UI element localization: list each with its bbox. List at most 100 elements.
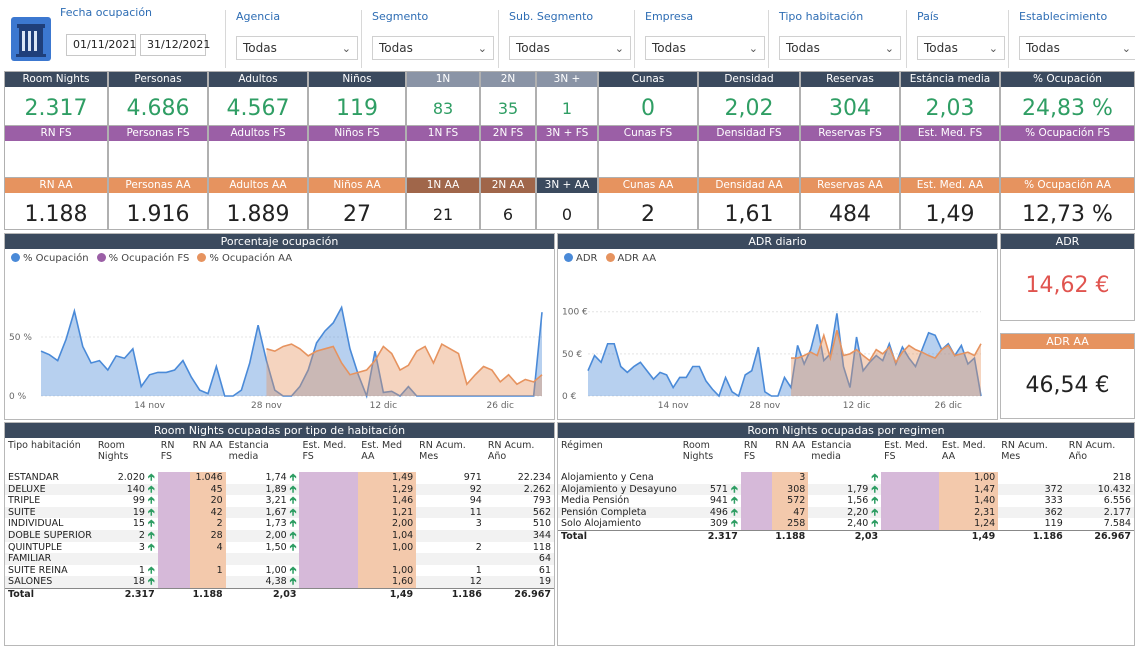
slicer-value: Todas	[652, 41, 686, 55]
column-header[interactable]: Est. Med AA	[358, 438, 416, 472]
up-arrow-icon: 🡱	[289, 472, 297, 483]
table-row[interactable]: FAMILIAR 64	[5, 553, 554, 565]
occupancy-area-chart[interactable]: 0 % 50 % 14 nov 28 nov 12 dic 26 dic	[5, 268, 554, 418]
table-row[interactable]: Alojamiento y Desayuno 571 🡱 308 1,79 🡱 1,47 37…	[558, 483, 1134, 496]
kpi-label: Niños FS	[309, 126, 405, 141]
up-arrow-icon: 🡱	[871, 495, 879, 507]
legend-item[interactable]: % Ocupación	[11, 253, 89, 264]
table-cell: DELUXE	[5, 483, 95, 496]
date-to-input[interactable]: 31/12/2021	[140, 34, 210, 56]
kpi-card: RN AA 1.188	[4, 177, 108, 230]
table-row[interactable]: Pensión Completa 496 🡱 47 2,20 🡱 2,31 362 2.177	[558, 506, 1134, 519]
column-header[interactable]: Régimen	[558, 438, 680, 472]
slicer-dropdown[interactable]: Todas ⌄	[917, 36, 1005, 60]
legend-item[interactable]: ADR AA	[605, 253, 656, 264]
table-row[interactable]: TRIPLE 99 🡱 20 3,21 🡱 1,46 94 793	[5, 495, 554, 507]
column-header[interactable]: Tipo habitación	[5, 438, 95, 472]
legend-item[interactable]: % Ocupación FS	[96, 253, 189, 264]
table-cell: 258	[772, 518, 809, 531]
column-header[interactable]: RN Acum. Año	[485, 438, 554, 472]
up-arrow-icon: 🡱	[147, 472, 155, 483]
table-cell: 99 🡱	[132, 495, 155, 507]
kpi-card: Adultos 4.567	[208, 71, 308, 128]
table-cell: 1,00	[938, 472, 999, 484]
column-header[interactable]: RN Acum. Mes	[416, 438, 485, 472]
legend-item[interactable]: % Ocupación AA	[197, 253, 292, 264]
slicer-dropdown[interactable]: Todas ⌄	[1019, 36, 1135, 60]
column-header[interactable]: RN Acum. Año	[1066, 438, 1134, 472]
table-cell: 2,03	[808, 529, 882, 543]
kpi-value: 21	[432, 205, 454, 224]
column-header[interactable]: Estancia media	[226, 438, 300, 472]
date-slicer-label: Fecha ocupación	[60, 6, 153, 19]
kpi-card: RN FS	[4, 125, 108, 178]
up-arrow-icon: 🡱	[730, 518, 738, 530]
kpi-label: Cunas FS	[599, 126, 697, 141]
column-header[interactable]: RN AA	[190, 438, 226, 472]
occupancy-legend: % Ocupación % Ocupación FS % Ocupación A…	[5, 249, 554, 268]
column-header[interactable]: Est. Med. AA	[939, 438, 998, 472]
slicer-dropdown[interactable]: Todas ⌄	[236, 36, 358, 60]
adr-area-chart[interactable]: 0 € 50 € 100 € 14 nov 28 nov 12 dic 26 dic	[558, 268, 997, 418]
slicer-label: Segmento	[372, 10, 429, 23]
slicer-dropdown[interactable]: Todas ⌄	[372, 36, 494, 60]
legend-item[interactable]: ADR	[564, 253, 598, 264]
slicer-dropdown[interactable]: Todas ⌄	[509, 36, 631, 60]
kpi-card: Est. Med. AA 1,49	[900, 177, 1000, 230]
column-header[interactable]: Room Nights	[680, 438, 741, 472]
up-arrow-icon: 🡱	[147, 529, 155, 541]
kpi-label: RN FS	[5, 126, 107, 141]
table-cell: 1,00 🡱	[265, 564, 297, 576]
kpi-card: Est. Med. FS	[900, 125, 1000, 178]
table-row[interactable]: Alojamiento y Cena 3 🡱 1,00 218	[558, 472, 1134, 484]
table-cell: 1,74 🡱	[265, 472, 297, 483]
column-header[interactable]: RN FS	[158, 438, 190, 472]
table-row[interactable]: DOBLE SUPERIOR 2 🡱 28 2,00 🡱 1,04 344	[5, 529, 554, 542]
table-row[interactable]: QUINTUPLE 3 🡱 4 1,50 🡱 1,00 2 118	[5, 541, 554, 554]
table-cell	[358, 553, 417, 565]
slicer-dropdown[interactable]: Todas ⌄	[645, 36, 765, 60]
kpi-card: Reservas 304	[800, 71, 900, 128]
up-arrow-icon: 🡱	[147, 576, 155, 588]
table-cell: 26.967	[484, 587, 554, 601]
table-cell: Solo Alojamiento	[561, 518, 642, 530]
column-header[interactable]: RN FS	[741, 438, 772, 472]
slicer-dropdown[interactable]: Todas ⌄	[779, 36, 901, 60]
kpi-card: 1N FS	[406, 125, 480, 178]
table-row[interactable]: Media Pensión 941 🡱 572 1,56 🡱 1,40 333 6.556	[558, 495, 1134, 507]
slicer-value: Todas	[1026, 41, 1060, 55]
up-arrow-icon: 🡱	[289, 495, 297, 507]
kpi-value: 83	[432, 99, 454, 118]
table-row[interactable]: Solo Alojamiento 309 🡱 258 2,40 🡱 1,24 119 7.584	[558, 518, 1134, 531]
slicer-6: Establecimiento Todas ⌄	[1008, 10, 1135, 68]
table-row[interactable]: INDIVIDUAL 15 🡱 2 1,73 🡱 2,00 3 510	[5, 518, 554, 530]
table-tipo: Tipo habitación Room Nights RN FS RN AA Esta…	[5, 438, 554, 601]
column-header[interactable]: RN Acum. Mes	[998, 438, 1066, 472]
kpi-card: Adultos AA 1.889	[208, 177, 308, 230]
column-header[interactable]: Estancia media	[808, 438, 881, 472]
table-row[interactable]: SUITE REINA 1 🡱 1 1,00 🡱 1,00 1 61	[5, 564, 554, 577]
table-cell	[299, 587, 359, 601]
table-row[interactable]: ESTANDAR 2.020 🡱 1.046 1,74 🡱 1,49 971 22.234	[5, 472, 554, 484]
table-cell: 333	[1044, 495, 1063, 507]
table-cell: 1.188	[772, 529, 809, 543]
column-header[interactable]: Est. Med. FS	[299, 438, 358, 472]
kpi-value: 4.567	[226, 96, 290, 121]
table-cell	[299, 529, 359, 542]
up-arrow-icon: 🡱	[289, 576, 297, 588]
kpi-label: Personas AA	[109, 178, 207, 193]
column-header[interactable]: Room Nights	[95, 438, 158, 472]
kpi-value: 1	[561, 99, 573, 118]
table-row[interactable]: SUITE 19 🡱 42 1,67 🡱 1,21 11 562	[5, 506, 554, 519]
table-row[interactable]: SALONES 18 🡱 4,38 🡱 1,60 12 19	[5, 576, 554, 589]
kpi-value: 304	[829, 96, 871, 121]
table-tipo-panel: Room Nights ocupadas por tipo de habitac…	[4, 422, 555, 646]
kpi-card: Niños AA 27	[308, 177, 406, 230]
column-header[interactable]: RN AA	[772, 438, 808, 472]
kpi-label: Reservas	[801, 72, 899, 87]
table-row[interactable]: DELUXE 140 🡱 45 1,89 🡱 1,29 92 2.262	[5, 483, 554, 496]
table-cell: 11	[416, 506, 485, 519]
x-tick-label: 12 dic	[370, 401, 398, 411]
date-from-input[interactable]: 01/11/2021	[66, 34, 136, 56]
column-header[interactable]: Est. Med. FS	[881, 438, 939, 472]
